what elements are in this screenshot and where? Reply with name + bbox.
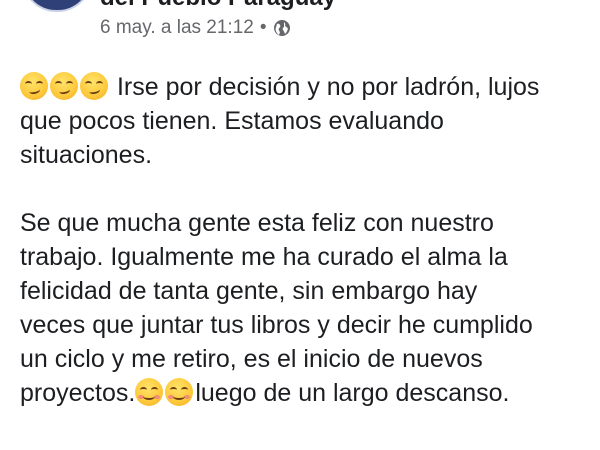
post-body: Irse por decisión y no por ladrón, lujos… [20, 70, 585, 410]
post-line: proyectos. luego de un largo descanso. [20, 376, 585, 410]
post-line: Irse por decisión y no por ladrón, lujos [20, 70, 585, 104]
post-text: Irse por decisión y no por ladrón, lujos [116, 73, 540, 101]
post-paragraph-2: Se que mucha gente esta feliz con nuestr… [20, 206, 585, 410]
facebook-post: del Pueblo Paraguay 6 may. a las 21:12 •… [0, 0, 600, 450]
author-avatar[interactable] [22, 0, 92, 12]
smirking-face-emoji [20, 72, 48, 100]
meta-separator: • [259, 17, 267, 38]
post-text: proyectos. [20, 379, 136, 407]
globe-icon[interactable] [273, 19, 291, 37]
smirking-face-emoji [80, 72, 108, 100]
post-line: un ciclo y me retiro, es el inicio de nu… [20, 345, 483, 373]
post-text: luego de un largo descanso. [195, 379, 510, 407]
author-name[interactable]: del Pueblo Paraguay [100, 0, 336, 12]
post-line: veces que juntar tus libros y decir he c… [20, 311, 533, 339]
smiling-face-emoji [135, 378, 164, 406]
post-line: felicidad de tanta gente, sin embargo ha… [20, 277, 478, 305]
post-line: situaciones. [20, 141, 153, 169]
smiling-face-emoji [165, 378, 194, 406]
post-date[interactable]: 6 may. a las 21:12 [100, 17, 254, 39]
post-line: Se que mucha gente esta feliz con nuestr… [20, 209, 494, 237]
post-line: que pocos tienen. Estamos evaluando [20, 107, 444, 135]
post-line: trabajo. Igualmente me ha curado el alma… [20, 243, 508, 271]
smirking-face-emoji [50, 72, 78, 100]
post-meta: 6 may. a las 21:12 • [100, 16, 291, 40]
post-paragraph-1: Irse por decisión y no por ladrón, lujos… [20, 70, 585, 172]
